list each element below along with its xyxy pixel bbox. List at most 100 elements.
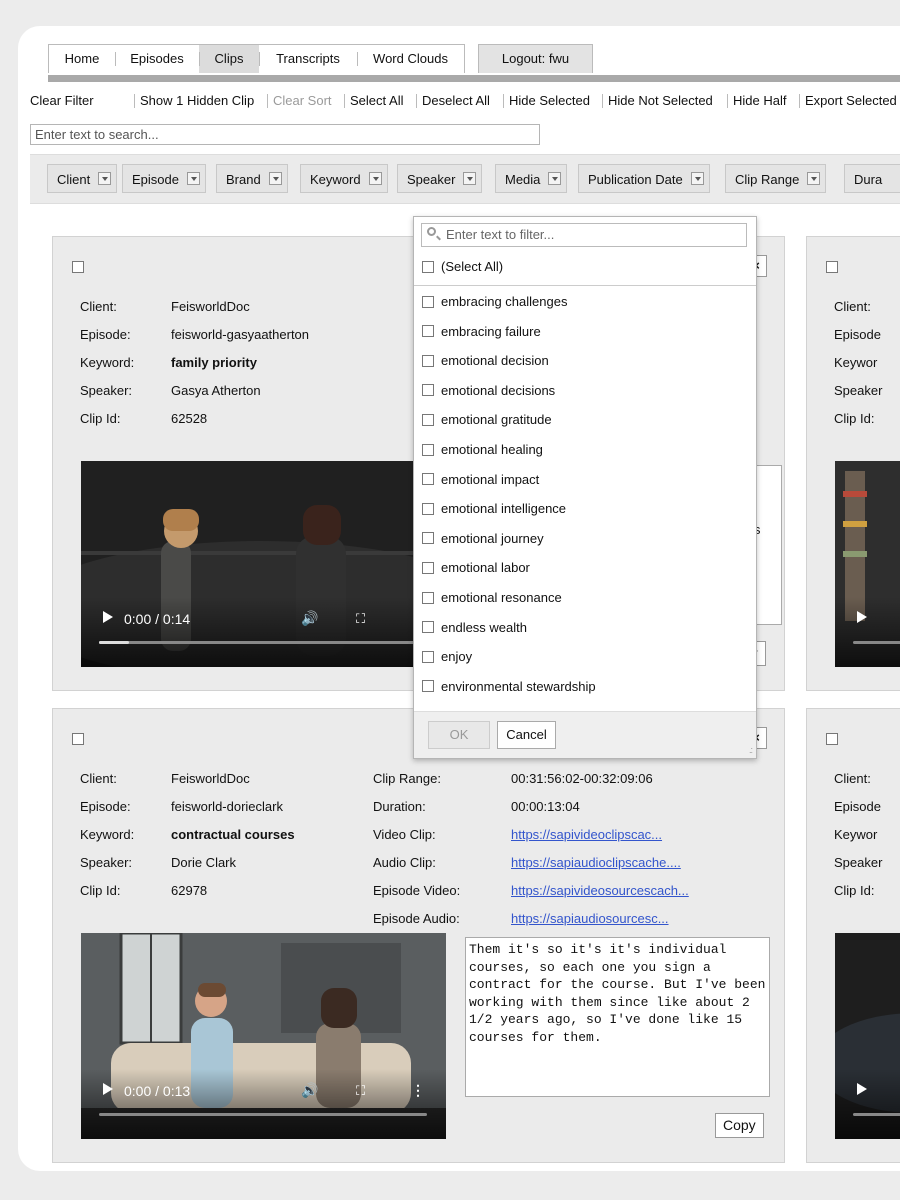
clip-select-checkbox[interactable] — [826, 261, 838, 273]
filter-episode[interactable]: Episode — [122, 164, 206, 193]
video-player[interactable] — [835, 461, 900, 667]
video-player[interactable] — [835, 933, 900, 1139]
volume-icon[interactable]: 🔊 — [301, 1082, 318, 1099]
checkbox[interactable] — [422, 473, 434, 486]
tab-clips[interactable]: Clips — [199, 45, 259, 73]
checkbox[interactable] — [422, 325, 434, 338]
filter-speaker[interactable]: Speaker — [397, 164, 483, 193]
play-icon[interactable] — [857, 1083, 867, 1095]
filter-client[interactable]: Client — [47, 164, 118, 193]
resize-grip-icon[interactable]: .: — [749, 745, 753, 755]
video-player[interactable]: 0:00 / 0:14 🔊 ⛶ — [81, 461, 446, 667]
keyword-option[interactable]: emotional resonance — [422, 588, 562, 608]
tab-word-clouds[interactable]: Word Clouds — [357, 45, 464, 73]
keyword-option[interactable]: enjoy — [422, 647, 472, 667]
clip-select-checkbox[interactable] — [72, 261, 84, 273]
filter-brand[interactable]: Brand — [216, 164, 288, 193]
clip-card-partial: Client: Episode Keywor Speaker Clip Id: — [806, 236, 900, 691]
video-player[interactable]: 0:00 / 0:13 🔊 ⛶ ⋮ — [81, 933, 446, 1139]
clear-sort-link[interactable]: Clear Sort — [267, 90, 332, 112]
filter-keyword[interactable]: Keyword — [300, 164, 388, 193]
tab-home[interactable]: Home — [49, 45, 115, 73]
filter-label: Episode — [132, 172, 179, 187]
checkbox[interactable] — [422, 443, 434, 456]
tab-transcripts[interactable]: Transcripts — [259, 45, 357, 73]
show-hidden-clip-link[interactable]: Show 1 Hidden Clip — [133, 90, 254, 112]
keyword-option[interactable]: emotional journey — [422, 529, 544, 549]
video-progress-bar[interactable] — [853, 641, 900, 644]
select-all-link[interactable]: Select All — [343, 90, 403, 112]
play-icon[interactable] — [857, 611, 867, 623]
keyword-option[interactable]: emotional impact — [422, 470, 539, 490]
hide-selected-link[interactable]: Hide Selected — [503, 90, 590, 112]
video-time: 0:00 / 0:13 — [124, 1083, 191, 1099]
episode-label: Episode — [834, 327, 881, 342]
cancel-button[interactable]: Cancel — [497, 721, 556, 749]
speaker-value: Dorie Clark — [171, 855, 237, 870]
keyword-option[interactable]: emotional intelligence — [422, 499, 566, 519]
checkbox[interactable] — [422, 413, 434, 426]
export-selected-link[interactable]: Export Selected — [799, 90, 897, 112]
divider — [414, 285, 756, 286]
keyword-option[interactable]: endless wealth — [422, 618, 527, 638]
ok-button[interactable]: OK — [428, 721, 490, 749]
filter-publication-date[interactable]: Publication Date — [578, 164, 710, 193]
filter-media[interactable]: Media — [495, 164, 568, 193]
video-progress-bar[interactable] — [99, 641, 419, 644]
more-options-icon[interactable]: ⋮ — [411, 1082, 425, 1099]
transcript-textarea[interactable]: Them it's so it's it's individual course… — [465, 937, 770, 1097]
video-controls — [81, 597, 446, 667]
checkbox[interactable] — [422, 650, 434, 663]
episode-label: Episode: — [80, 327, 131, 342]
filter-duration[interactable]: Dura — [844, 164, 900, 193]
clip-select-checkbox[interactable] — [826, 733, 838, 745]
play-icon[interactable] — [103, 1083, 113, 1095]
option-label: embracing challenges — [441, 294, 568, 309]
episode-video-link[interactable]: https://sapivideosourcescach... — [511, 883, 689, 898]
checkbox[interactable] — [422, 354, 434, 367]
keyword-option[interactable]: embracing challenges — [422, 292, 567, 312]
video-progress-bar[interactable] — [99, 1113, 427, 1116]
video-progress-bar[interactable] — [853, 1113, 900, 1116]
audio-clip-link[interactable]: https://sapiaudioclipscache.... — [511, 855, 681, 870]
checkbox[interactable] — [422, 260, 434, 273]
filter-clip-range[interactable]: Clip Range — [725, 164, 827, 193]
keyword-option[interactable]: emotional labor — [422, 558, 530, 578]
checkbox[interactable] — [422, 295, 434, 308]
checkbox[interactable] — [422, 532, 434, 545]
volume-icon[interactable]: 🔊 — [301, 610, 318, 627]
checkbox[interactable] — [422, 680, 434, 693]
checkbox[interactable] — [422, 561, 434, 574]
filter-search-input[interactable]: Enter text to filter... — [421, 223, 747, 247]
logout-button[interactable]: Logout: fwu — [478, 44, 593, 73]
deselect-all-link[interactable]: Deselect All — [416, 90, 490, 112]
keyword-option[interactable]: embracing failure — [422, 322, 541, 342]
video-clip-link[interactable]: https://sapivideoclipscac... — [511, 827, 662, 842]
episode-audio-link[interactable]: https://sapiaudiosourcesc... — [511, 911, 669, 926]
clip-select-checkbox[interactable] — [72, 733, 84, 745]
option-label: (Select All) — [441, 259, 504, 274]
hide-half-link[interactable]: Hide Half — [726, 90, 786, 112]
keyword-option[interactable]: emotional healing — [422, 440, 543, 460]
keyword-option[interactable]: environmental stewardship — [422, 677, 596, 697]
fullscreen-icon[interactable]: ⛶ — [356, 1083, 365, 1099]
keyword-option[interactable]: emotional gratitude — [422, 410, 552, 430]
clip-card: × Client: FeisworldDoc Episode: feisworl… — [52, 708, 785, 1163]
fullscreen-icon[interactable]: ⛶ — [356, 611, 365, 627]
search-input[interactable] — [30, 124, 540, 145]
speaker-label: Speaker: — [80, 855, 133, 870]
tab-episodes[interactable]: Episodes — [115, 45, 199, 73]
select-all-option[interactable]: (Select All) — [422, 257, 503, 277]
keyword-option[interactable]: emotional decision — [422, 351, 549, 371]
checkbox[interactable] — [422, 621, 434, 634]
hide-not-selected-link[interactable]: Hide Not Selected — [602, 90, 713, 112]
keyword-option[interactable]: emotional decisions — [422, 381, 555, 401]
speaker-label: Speaker — [834, 855, 883, 870]
checkbox[interactable] — [422, 384, 434, 397]
checkbox[interactable] — [422, 591, 434, 604]
checkbox[interactable] — [422, 502, 434, 515]
keyword-label: Keywor — [834, 827, 878, 842]
clear-filter-link[interactable]: Clear Filter — [30, 90, 94, 112]
copy-button[interactable]: Copy — [715, 1113, 764, 1138]
play-icon[interactable] — [103, 611, 113, 623]
